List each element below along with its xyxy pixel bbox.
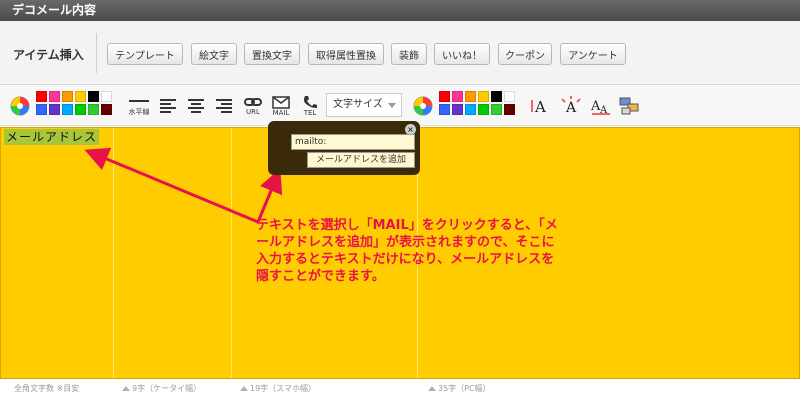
mail-button[interactable]: MAIL [268, 92, 294, 120]
chevron-down-icon [388, 103, 396, 108]
format-toolbar: 水平線 URL MAIL TEL 文字サイズ A A A A [0, 86, 800, 126]
hr-button[interactable]: 水平線 [124, 92, 154, 120]
swatch[interactable] [478, 104, 489, 115]
annotation-note: テキストを選択し「MAIL」をクリックすると、「メールアドレスを追加」が表示され… [256, 218, 558, 284]
swatch[interactable] [491, 104, 502, 115]
swatch[interactable] [75, 91, 86, 102]
swatch[interactable] [49, 91, 60, 102]
guide-pc-label: 35字（PC幅） [428, 383, 491, 394]
mail-icon [272, 95, 290, 109]
swatch[interactable] [452, 91, 463, 102]
template-button[interactable]: テンプレート [107, 43, 183, 65]
url-button[interactable]: URL [240, 92, 266, 120]
guide-line-smapho [231, 128, 232, 378]
swatch[interactable] [504, 104, 515, 115]
tel-label: TEL [303, 109, 317, 117]
replace-text-button[interactable]: 置換文字 [244, 43, 300, 65]
footer-guide: 全角文字数 ※目安 9字（ケータイ幅） 19字（スマホ幅） 35字（PC幅） [0, 379, 800, 397]
swatch[interactable] [101, 91, 112, 102]
text-sparkle-icon[interactable]: A [558, 92, 584, 120]
divider [96, 33, 97, 73]
swatch[interactable] [452, 104, 463, 115]
triangle-up-icon [240, 386, 248, 391]
swatch[interactable] [75, 104, 86, 115]
swatch[interactable] [504, 91, 515, 102]
bg-color-palette[interactable] [439, 91, 515, 115]
url-label: URL [246, 108, 260, 116]
swatch[interactable] [36, 91, 47, 102]
align-center-icon[interactable] [184, 92, 208, 120]
tel-button[interactable]: TEL [297, 92, 323, 120]
swatch[interactable] [36, 104, 47, 115]
like-button[interactable]: いいね！ [434, 43, 490, 65]
swatch[interactable] [478, 91, 489, 102]
guide-keitai-label: 9字（ケータイ幅） [122, 383, 201, 394]
swatch[interactable] [465, 104, 476, 115]
align-right-icon[interactable] [212, 92, 236, 120]
triangle-up-icon [428, 386, 436, 391]
guide-smapho-label: 19字（スマホ幅） [240, 383, 316, 394]
swatch[interactable] [439, 91, 450, 102]
char-count-label: 全角文字数 ※目安 [14, 384, 80, 393]
emoji-button[interactable]: 絵文字 [191, 43, 237, 65]
text-color-palette[interactable] [36, 91, 112, 115]
svg-text:A: A [565, 100, 577, 116]
guide-line-keitai [113, 128, 114, 378]
link-icon [244, 98, 262, 106]
hr-label: 水平線 [128, 108, 150, 116]
swatch[interactable] [465, 91, 476, 102]
selected-text[interactable]: メールアドレス [4, 129, 100, 145]
swatch[interactable] [439, 104, 450, 115]
add-email-button[interactable]: メールアドレスを追加 [307, 152, 415, 168]
svg-text:A: A [534, 98, 546, 116]
item-insert-label: アイテム挿入 [13, 48, 84, 62]
decoration-button[interactable]: 装飾 [391, 43, 427, 65]
item-insert-bar: アイテム挿入 テンプレート 絵文字 置換文字 取得属性置換 装飾 いいね！ クー… [0, 21, 800, 85]
text-color-icon[interactable] [7, 92, 33, 120]
image-icon[interactable] [616, 92, 642, 120]
window-title: デコメール内容 [0, 0, 800, 21]
bg-color-icon[interactable] [410, 92, 436, 120]
mail-label: MAIL [272, 108, 290, 117]
swatch[interactable] [88, 104, 99, 115]
swatch[interactable] [101, 104, 112, 115]
survey-button[interactable]: アンケート [560, 43, 626, 65]
mailto-input[interactable] [291, 134, 415, 150]
swatch[interactable] [62, 91, 73, 102]
phone-icon [304, 96, 317, 108]
attribute-replace-button[interactable]: 取得属性置換 [308, 43, 384, 65]
triangle-up-icon [122, 386, 130, 391]
text-size-icon[interactable]: AA [588, 92, 614, 120]
coupon-button[interactable]: クーポン [498, 43, 552, 65]
swatch[interactable] [62, 104, 73, 115]
swatch[interactable] [491, 91, 502, 102]
font-size-label: 文字サイズ [333, 99, 383, 110]
swatch[interactable] [88, 91, 99, 102]
text-large-icon[interactable]: A [528, 92, 554, 120]
align-left-icon[interactable] [156, 92, 180, 120]
hr-icon [129, 100, 149, 102]
mail-popup: × メールアドレスを追加 [268, 121, 420, 175]
swatch[interactable] [49, 104, 60, 115]
font-size-select[interactable]: 文字サイズ [326, 93, 402, 117]
